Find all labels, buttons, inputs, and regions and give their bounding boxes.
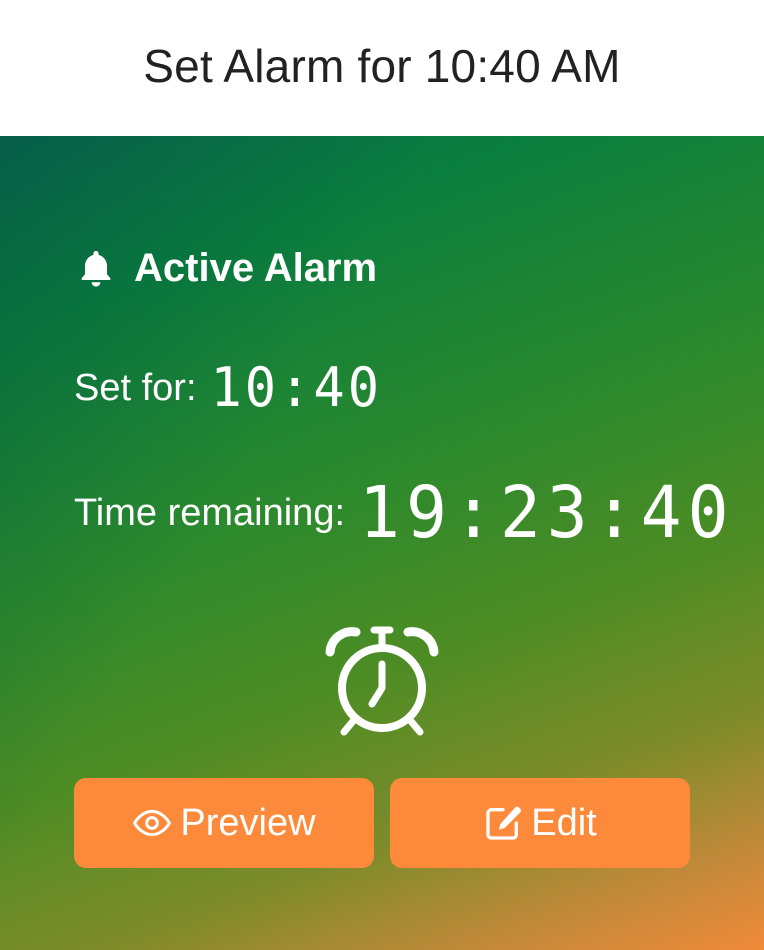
edit-button-label: Edit xyxy=(531,801,597,844)
alarm-card: Active Alarm Set for: 10:40 Time remaini… xyxy=(0,136,764,950)
bell-icon xyxy=(81,250,111,287)
set-for-row: Set for: 10:40 xyxy=(74,356,383,420)
set-for-time: 10:40 xyxy=(210,356,383,420)
time-remaining-label: Time remaining: xyxy=(74,492,346,534)
preview-button[interactable]: Preview xyxy=(74,778,374,868)
header: Set Alarm for 10:40 AM xyxy=(0,0,764,136)
eye-icon xyxy=(133,809,172,837)
page-title: Set Alarm for 10:40 AM xyxy=(143,40,621,92)
edit-icon xyxy=(486,806,522,840)
time-remaining-value: 19:23:40 xyxy=(359,472,735,555)
edit-button[interactable]: Edit xyxy=(390,778,690,868)
alarm-heading: Active Alarm xyxy=(74,246,377,291)
time-remaining-row: Time remaining: 19:23:40 xyxy=(74,472,735,555)
alarm-heading-text: Active Alarm xyxy=(134,246,378,290)
preview-button-label: Preview xyxy=(180,801,316,844)
set-for-label: Set for: xyxy=(74,366,197,409)
alarm-clock-icon xyxy=(325,626,439,736)
